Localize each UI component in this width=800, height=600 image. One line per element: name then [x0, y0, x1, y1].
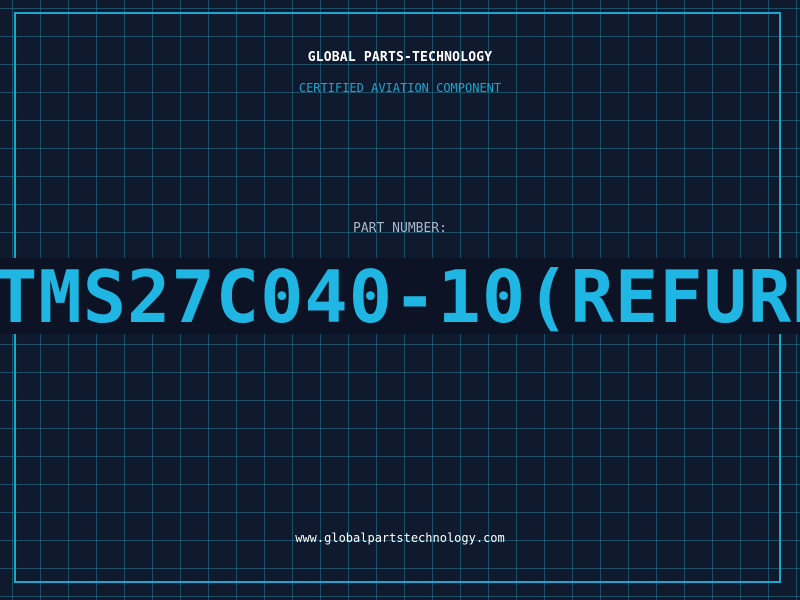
website-url: www.globalpartstechnology.com [295, 531, 505, 545]
certification-tagline: CERTIFIED AVIATION COMPONENT [298, 81, 502, 95]
part-number-value: TMS27C040-10(REFURB) [0, 258, 800, 334]
part-number-label: PART NUMBER: [353, 221, 447, 236]
company-name: GLOBAL PARTS-TECHNOLOGY [307, 50, 493, 65]
part-number-band: TMS27C040-10(REFURB) [0, 258, 800, 334]
